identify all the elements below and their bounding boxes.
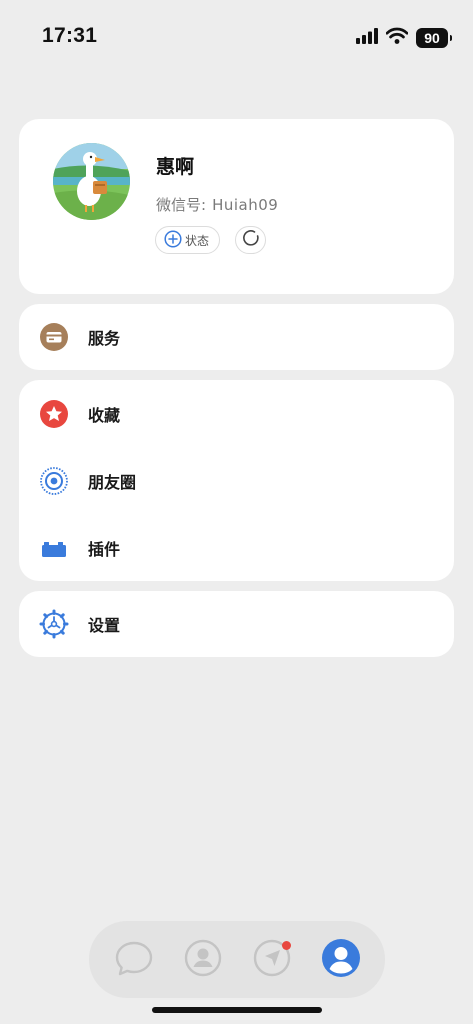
plus-circle-icon [164,229,182,251]
menu-label-plugins: 插件 [88,539,121,559]
profile-card[interactable]: 惠啊 微信号: Huiah09 状态 [19,119,454,294]
wechat-id-label: 微信号: [156,196,207,214]
menu-label-moments: 朋友圈 [88,472,137,492]
menu-item-services[interactable]: 服务 [19,304,454,370]
menu-label-services: 服务 [88,329,121,348]
settings-card: 设置 [19,591,454,657]
status-bar: 17:31 90 [0,0,473,70]
refresh-circle-icon [242,229,260,251]
wallet-card-icon [39,322,69,352]
add-status-button[interactable]: 状态 [155,226,221,254]
menu-item-favorites[interactable]: 收藏 [19,380,454,447]
avatar[interactable] [53,143,130,220]
discover-badge-dot [281,940,291,950]
status-label: 状态 [185,233,210,248]
star-icon [39,399,69,429]
moments-lens-icon [39,466,69,496]
wifi-icon [385,27,409,48]
wechat-id-row: 微信号: Huiah09 [156,194,278,215]
wechat-id-value: Huiah09 [212,196,279,214]
menu-label-favorites: 收藏 [88,405,121,425]
menu-label-settings: 设置 [88,616,121,635]
me-screen: 17:31 90 惠啊 微信号: Huiah09 状态 服务 收藏 朋友圈 插件… [0,0,473,1024]
gear-icon [39,609,69,639]
brick-icon [39,533,69,563]
status-refresh-button[interactable] [235,226,266,254]
services-card: 服务 [19,304,454,370]
tab-discover[interactable] [250,938,294,982]
tab-contacts[interactable] [181,938,225,982]
tab-bar [89,921,385,998]
tab-chats[interactable] [112,938,156,982]
battery-indicator: 90 [416,27,452,48]
status-icons: 90 [356,27,452,48]
tab-me[interactable] [319,938,363,982]
cellular-signal-icon [356,27,378,48]
me-icon [321,938,361,982]
menu-item-plugins[interactable]: 插件 [19,514,454,581]
menu-item-moments[interactable]: 朋友圈 [19,447,454,514]
profile-name: 惠啊 [156,156,195,178]
home-indicator[interactable] [152,1007,322,1013]
contacts-icon [183,938,223,982]
features-card: 收藏 朋友圈 插件 [19,380,454,581]
status-time: 17:31 [42,24,98,47]
menu-item-settings[interactable]: 设置 [19,591,454,657]
chat-bubble-icon [114,938,154,982]
